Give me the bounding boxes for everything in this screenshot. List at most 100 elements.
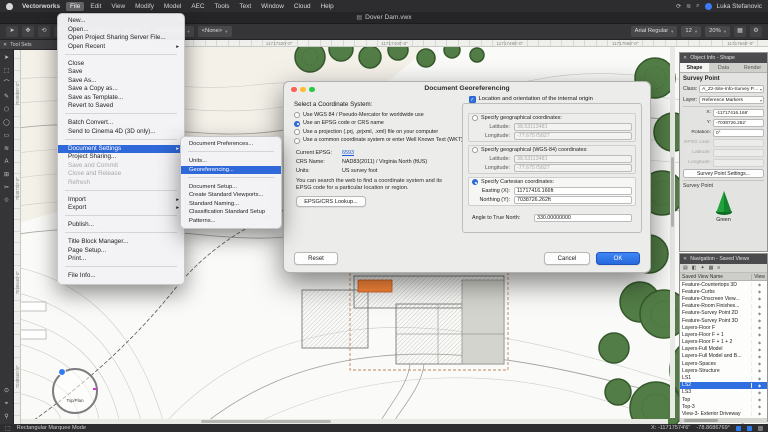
file-menu-item[interactable]: Save as Template...	[58, 94, 184, 103]
mirror-tool-icon[interactable]: ⟐	[0, 195, 14, 208]
saved-view-row[interactable]: Layers-Floor F ◆	[680, 324, 767, 331]
file-menu-item[interactable]: Page Setup...	[58, 247, 184, 256]
saved-views-icon[interactable]: ✦	[700, 265, 704, 271]
compass-north-dot[interactable]	[58, 368, 66, 376]
file-menu-item[interactable]: Close and Release	[58, 170, 184, 179]
close-icon[interactable]: ✕	[683, 55, 687, 61]
search-icon[interactable]: ⌕	[696, 3, 699, 10]
file-menu-item[interactable]: Open Recent	[58, 43, 184, 52]
polygon-tool-icon[interactable]: ⬠	[0, 104, 14, 117]
submenu-item[interactable]: Classification Standard Setup	[181, 208, 281, 217]
radio-common-wkt[interactable]	[294, 138, 300, 144]
saved-view-row[interactable]: Layers-Structure ◆	[680, 367, 767, 374]
file-menu-item[interactable]: Send to Cinema 4D (3D only)...	[58, 128, 184, 137]
close-icon[interactable]: ✕	[3, 42, 7, 48]
file-menu-item[interactable]: Print...	[58, 255, 184, 264]
view-icon[interactable]: ◆	[751, 282, 767, 287]
scrollbar-thumb[interactable]	[671, 157, 674, 227]
submenu-item[interactable]: Units...	[181, 157, 281, 166]
snap-angle-icon[interactable]: ⚲	[0, 411, 14, 424]
rectangle-tool-icon[interactable]: ▭	[0, 130, 14, 143]
cancel-button[interactable]: Cancel	[544, 252, 590, 265]
easting-field[interactable]: 11717416.166ft	[514, 187, 632, 195]
class-dropdown[interactable]: A_Zz-Site-Info-Survey Point	[699, 85, 764, 93]
file-menu-item[interactable]: Open...	[58, 26, 184, 35]
tool-sets-palette-header[interactable]: ✕ Tool Sets	[0, 40, 57, 50]
selection-tool-icon[interactable]: ➤	[6, 26, 18, 37]
wgs84-longitude-field[interactable]: -77.67575827	[514, 164, 632, 172]
view-icon[interactable]: ◆	[751, 361, 767, 366]
file-menu-item[interactable]: Revert to Saved	[58, 102, 184, 111]
saved-view-row[interactable]: Layers-Full Model and B... ◆	[680, 353, 767, 360]
menubar-item[interactable]: Model	[160, 2, 185, 11]
font-dropdown[interactable]: Arial Regular▾	[631, 26, 678, 37]
view-icon[interactable]: ◆	[751, 368, 767, 373]
file-menu-item[interactable]: Project Sharing...	[58, 153, 184, 162]
view-icon[interactable]: ◆	[751, 411, 767, 416]
column-saved-view-name[interactable]: Saved View Name	[680, 274, 751, 280]
view-icon[interactable]: ◆	[751, 347, 767, 352]
radio-epsg-code[interactable]	[294, 121, 300, 127]
apple-menu-icon[interactable]	[6, 3, 13, 10]
pen-tool-icon[interactable]: ✎	[0, 91, 14, 104]
layers-icon[interactable]: ▤	[683, 265, 688, 271]
file-menu-item[interactable]: Publish...	[58, 221, 184, 230]
file-menu-item[interactable]: Save	[58, 68, 184, 77]
view-icon[interactable]: ◆	[751, 383, 767, 388]
file-menu-item[interactable]: Import	[58, 196, 184, 205]
vertical-scrollbar[interactable]	[670, 47, 675, 418]
saved-view-row[interactable]: LS3 ◆	[680, 389, 767, 396]
submenu-item[interactable]: Document Setup...	[181, 183, 281, 192]
freehand-tool-icon[interactable]: ≋	[0, 143, 14, 156]
user-name[interactable]: Luka Stefanovic	[717, 3, 762, 10]
menubar-item[interactable]: AEC	[187, 2, 208, 11]
tab-shape[interactable]: Shape	[680, 63, 709, 72]
saved-view-row[interactable]: Top-3 ◆	[680, 403, 767, 410]
saved-view-row[interactable]: Feature-Curbs ◆	[680, 288, 767, 295]
view-icon[interactable]: ◆	[751, 354, 767, 359]
radio-label[interactable]: Use a common coordinate system or enter …	[303, 137, 463, 143]
file-menu-item[interactable]: Save As...	[58, 77, 184, 86]
field-input[interactable]	[713, 159, 764, 167]
angle-field[interactable]: 330.00000000	[534, 214, 632, 222]
grid-icon[interactable]: ▦	[734, 26, 746, 37]
saved-view-row[interactable]: Feature-Survey Point 2D ◆	[680, 310, 767, 317]
radio-label[interactable]: Use WGS 84 / Pseudo-Mercator for worldwi…	[303, 112, 424, 118]
field-input[interactable]	[713, 139, 764, 147]
file-menu-item[interactable]: New...	[58, 17, 184, 26]
menubar-item[interactable]: Window	[257, 2, 288, 11]
northing-field[interactable]: 7038726.262ft	[514, 196, 632, 204]
snap-point-icon[interactable]: ⌖	[0, 398, 14, 411]
submenu-item[interactable]: Standard Naming...	[181, 200, 281, 209]
circle-tool-icon[interactable]: ◯	[0, 117, 14, 130]
wgs84-latitude-field[interactable]: 38.53113481	[514, 155, 632, 163]
saved-view-row[interactable]: Feature-Survey Point 3D ◆	[680, 317, 767, 324]
submenu-item[interactable]: Georeferencing...	[181, 166, 281, 175]
current-epsg-link[interactable]: 6593	[342, 150, 354, 156]
saved-view-row[interactable]: Feature-Countertops 3D ◆	[680, 281, 767, 288]
radio-wgs84-mercator[interactable]	[294, 112, 300, 118]
view-icon[interactable]: ◆	[751, 311, 767, 316]
selection-tool-icon[interactable]: ➤	[0, 52, 14, 65]
dimension-tool-icon[interactable]: ⊞	[0, 169, 14, 182]
radio-geographic[interactable]	[472, 115, 478, 121]
view-icon[interactable]: ◆	[751, 304, 767, 309]
menubar-item[interactable]: Modify	[131, 2, 158, 11]
file-menu-item[interactable]: Document Settings	[58, 145, 184, 154]
saved-view-row[interactable]: Feature-Onscreen View... ◆	[680, 295, 767, 302]
menubar-item[interactable]: Edit	[86, 2, 105, 11]
reset-button[interactable]: Reset	[294, 252, 338, 265]
pan-tool-icon[interactable]: ✥	[22, 26, 34, 37]
menubar-item[interactable]: Tools	[210, 2, 233, 11]
close-icon[interactable]: ✕	[683, 256, 687, 262]
view-icon[interactable]: ◆	[751, 318, 767, 323]
view-icon[interactable]: ◆	[751, 376, 767, 381]
scrollbar-thumb[interactable]	[684, 419, 718, 422]
tab-render[interactable]: Render	[738, 63, 767, 72]
view-icon[interactable]: ◆	[751, 397, 767, 402]
origin-checkbox[interactable]: ✓	[469, 96, 476, 103]
file-menu-item[interactable]: Export	[58, 204, 184, 213]
notifications-icon[interactable]	[758, 426, 763, 431]
sync-icon[interactable]: ⟳	[676, 3, 681, 10]
radio-cartesian[interactable]	[472, 179, 478, 185]
